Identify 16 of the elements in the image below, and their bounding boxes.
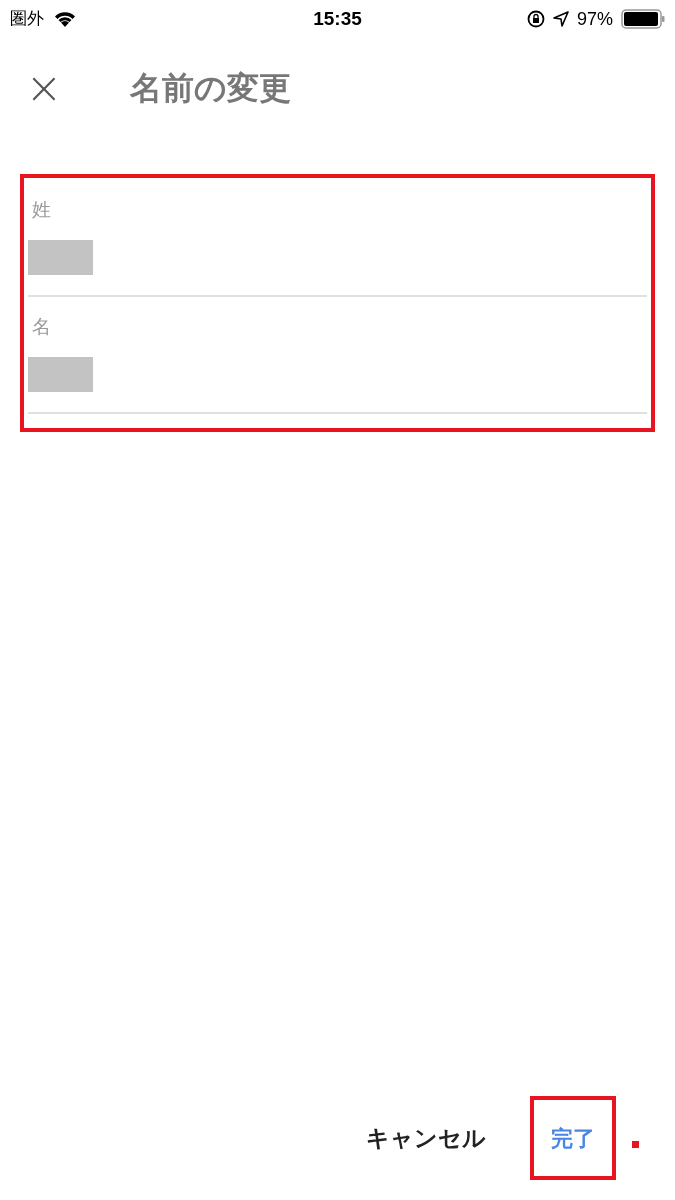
carrier-text: 圏外 bbox=[10, 8, 44, 31]
redaction-block bbox=[28, 357, 93, 392]
location-arrow-icon bbox=[552, 11, 569, 27]
field-label: 姓 bbox=[31, 198, 52, 222]
dialog-title: 名前の変更 bbox=[130, 69, 291, 108]
cancel-button[interactable]: キャンセル bbox=[366, 1120, 486, 1156]
battery-icon bbox=[621, 9, 665, 29]
battery-percent-text: 97% bbox=[576, 7, 613, 31]
done-button[interactable]: 完了 bbox=[551, 1121, 595, 1155]
close-button[interactable]: × bbox=[28, 66, 60, 110]
annotation-mark bbox=[632, 1140, 639, 1148]
wifi-icon bbox=[54, 11, 76, 27]
redaction-block bbox=[28, 240, 93, 275]
field-label: 名 bbox=[31, 315, 52, 339]
clock-text: 15:35 bbox=[313, 6, 362, 31]
rotation-lock-icon bbox=[526, 10, 545, 28]
